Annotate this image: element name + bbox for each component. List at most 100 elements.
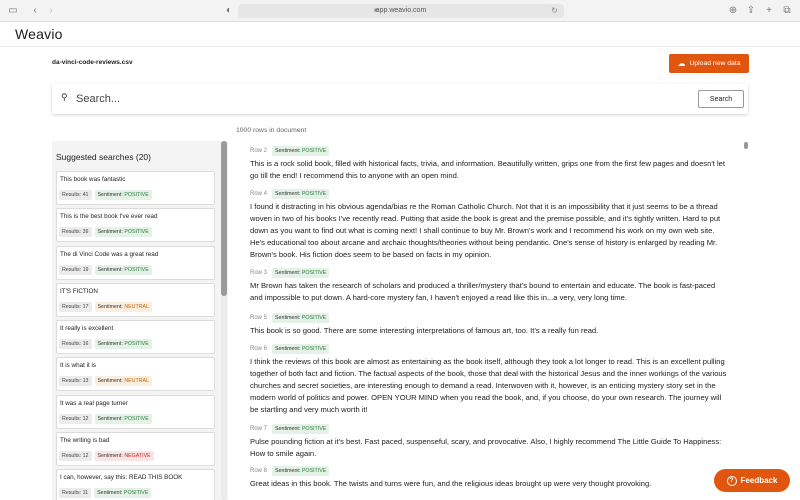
row-text: I think the reviews of this book are alm… xyxy=(250,357,727,414)
results-count-badge: Results: 11 xyxy=(59,488,92,499)
suggested-search-query: I can, however, say this: READ THIS BOOK xyxy=(60,474,183,482)
document-row: Row 7 Sentiment: POSITIVE Pulse pounding f… xyxy=(250,424,728,460)
help-icon: ? xyxy=(726,475,737,486)
search-input[interactable] xyxy=(76,90,676,108)
search-bar: ⚲ Search xyxy=(52,84,748,114)
sentiment-badge: Sentiment: NEUTRAL xyxy=(94,376,153,387)
tab-overview-icon[interactable]: ⧉ xyxy=(780,0,794,22)
suggested-searches-panel: Suggested searches (20) This book was fa… xyxy=(52,141,228,500)
suggested-search-item[interactable]: The di Vinci Code was a great read Result… xyxy=(56,245,215,280)
suggested-search-item[interactable]: It was a real page turner Results: 12 Sent… xyxy=(56,394,215,429)
results-count-badge: Results: 12 xyxy=(59,413,92,424)
suggested-search-item[interactable]: IT'S FICTION Results: 17 Sentiment: NEUTRA… xyxy=(56,282,215,317)
row-number: Row 7 xyxy=(250,426,268,432)
sentiment-badge-label: Sentiment: xyxy=(97,229,123,236)
results-count-badge: Results: 12 xyxy=(59,451,92,462)
sentiment-badge-label: Sentiment: xyxy=(97,341,123,348)
sentiment-badge: Sentiment: POSITIVE xyxy=(272,189,330,199)
suggested-search-meta: Results: 11 Sentiment: POSITIVE xyxy=(59,488,152,499)
row-number: Row 2 xyxy=(250,148,268,154)
back-icon[interactable]: ‹ xyxy=(28,0,42,22)
suggested-searches-title: Suggested searches (20) xyxy=(56,152,151,162)
sentiment-badge-value: NEUTRAL xyxy=(124,303,150,310)
sentiment-badge-value: POSITIVE xyxy=(301,315,327,321)
sentiment-badge-label: Sentiment: xyxy=(97,378,123,385)
sidebar-scrollbar-thumb[interactable] xyxy=(221,141,227,296)
sentiment-badge: Sentiment: POSITIVE xyxy=(94,190,152,200)
suggested-search-meta: Results: 17 Sentiment: NEUTRAL xyxy=(59,301,153,312)
sentiment-badge-value: POSITIVE xyxy=(124,229,149,236)
results-count-badge: Results: 41 xyxy=(59,190,92,200)
row-number: Row 6 xyxy=(250,346,268,352)
sentiment-badge: Sentiment: NEUTRAL xyxy=(94,301,153,312)
results-count-badge: Results: 39 xyxy=(59,227,92,238)
rows-scrollbar-thumb[interactable] xyxy=(744,142,748,149)
results-count-badge: Results: 16 xyxy=(59,339,92,350)
forward-icon[interactable]: › xyxy=(44,0,58,22)
sentiment-badge-label: Sentiment: xyxy=(275,148,301,154)
sentiment-badge: Sentiment: POSITIVE xyxy=(272,466,330,476)
sentiment-badge: Sentiment: POSITIVE xyxy=(94,488,152,499)
sentiment-badge: Sentiment: POSITIVE xyxy=(272,146,330,156)
sentiment-badge: Sentiment: POSITIVE xyxy=(94,339,152,350)
sentiment-badge: Sentiment: POSITIVE xyxy=(94,227,152,238)
address-text: app.weavio.com xyxy=(375,7,427,14)
address-bar[interactable]: ■ app.weavio.com ↻ xyxy=(238,4,564,18)
row-header: Row 6 Sentiment: POSITIVE xyxy=(250,344,728,354)
suggested-search-query: This book was fantastic xyxy=(60,176,126,183)
sentiment-badge-value: POSITIVE xyxy=(124,266,149,273)
sentiment-badge-label: Sentiment: xyxy=(97,490,123,497)
sentiment-badge-value: POSITIVE xyxy=(124,192,149,198)
document-row: Row 3 Sentiment: POSITIVE Mr Brown has tak… xyxy=(250,268,728,304)
sentiment-badge: Sentiment: POSITIVE xyxy=(272,424,330,434)
rows-panel: Row 2 Sentiment: POSITIVE This is a rock s… xyxy=(236,141,738,500)
row-header: Row 8 Sentiment: POSITIVE xyxy=(250,466,728,476)
sentiment-badge-label: Sentiment: xyxy=(275,426,301,432)
weavio-logo[interactable]: Weavio xyxy=(15,26,63,42)
feedback-button[interactable]: ? Feedback xyxy=(714,469,790,492)
suggested-search-query: It was a real page turner xyxy=(60,399,128,407)
reload-icon[interactable]: ↻ xyxy=(551,4,558,18)
suggested-search-item[interactable]: The writing is bad Results: 12 Sentiment: … xyxy=(56,432,215,467)
results-count-badge: Results: 17 xyxy=(59,301,92,312)
results-count-badge: Results: 13 xyxy=(59,376,92,387)
row-header: Row 2 Sentiment: POSITIVE xyxy=(250,146,728,156)
privacy-shield-icon[interactable]: ◐ xyxy=(222,0,236,22)
sentiment-badge-value: POSITIVE xyxy=(301,191,327,197)
suggested-search-item[interactable]: It is what it is Results: 13 Sentiment: NE… xyxy=(56,357,215,392)
suggested-search-item[interactable]: It really is excellent Results: 16 Sentime… xyxy=(56,320,215,355)
rows-count: 1000 rows in document xyxy=(236,127,307,134)
suggested-search-item[interactable]: I can, however, say this: READ THIS BOOK… xyxy=(56,469,215,500)
suggested-search-query: It really is excellent xyxy=(60,325,114,333)
feedback-label: Feedback xyxy=(740,476,778,485)
row-text: This is a rock solid book, filled with h… xyxy=(250,159,726,180)
sentiment-badge-value: POSITIVE xyxy=(301,426,327,432)
new-tab-icon[interactable]: + xyxy=(762,0,776,22)
sentiment-badge-value: POSITIVE xyxy=(124,415,149,422)
sentiment-badge-label: Sentiment: xyxy=(275,346,301,352)
results-count-badge: Results: 19 xyxy=(59,264,92,275)
suggested-search-meta: Results: 16 Sentiment: POSITIVE xyxy=(59,339,152,350)
upload-new-data-button[interactable]: ☁ Upload new data xyxy=(669,54,749,73)
sentiment-badge-value: POSITIVE xyxy=(301,270,327,276)
document-row: Row 6 Sentiment: POSITIVE I think the revi… xyxy=(250,344,728,416)
download-icon[interactable]: ⊕ xyxy=(726,0,740,22)
suggested-search-item[interactable]: This is the best book I've ever read Resu… xyxy=(56,208,215,243)
app-header: Weavio xyxy=(0,22,800,47)
sentiment-badge-label: Sentiment: xyxy=(275,468,301,474)
sentiment-badge-label: Sentiment: xyxy=(275,191,301,197)
sentiment-badge: Sentiment: POSITIVE xyxy=(272,344,330,354)
share-icon[interactable]: ⇪ xyxy=(744,0,758,22)
suggested-search-query: The di Vinci Code was a great read xyxy=(60,250,159,258)
search-button[interactable]: Search xyxy=(698,90,744,108)
suggested-search-item[interactable]: This book was fantastic Results: 41 Sentim… xyxy=(56,171,215,205)
document-row: Row 2 Sentiment: POSITIVE This is a rock s… xyxy=(250,146,728,182)
browser-toolbar: ▭ ‹ › ◐ ■ app.weavio.com ↻ ⊕ ⇪ + ⧉ xyxy=(0,0,800,22)
sentiment-badge: Sentiment: POSITIVE xyxy=(272,268,330,278)
suggested-search-meta: Results: 12 Sentiment: NEGATIVE xyxy=(59,451,154,462)
suggested-searches-list: This book was fantastic Results: 41 Sentim… xyxy=(56,171,215,500)
row-number: Row 8 xyxy=(250,468,268,474)
document-row: Row 8 Sentiment: POSITIVE Great ideas in t… xyxy=(250,466,728,490)
sidebar-toggle-icon[interactable]: ▭ xyxy=(6,0,20,22)
sentiment-badge-label: Sentiment: xyxy=(97,192,123,198)
